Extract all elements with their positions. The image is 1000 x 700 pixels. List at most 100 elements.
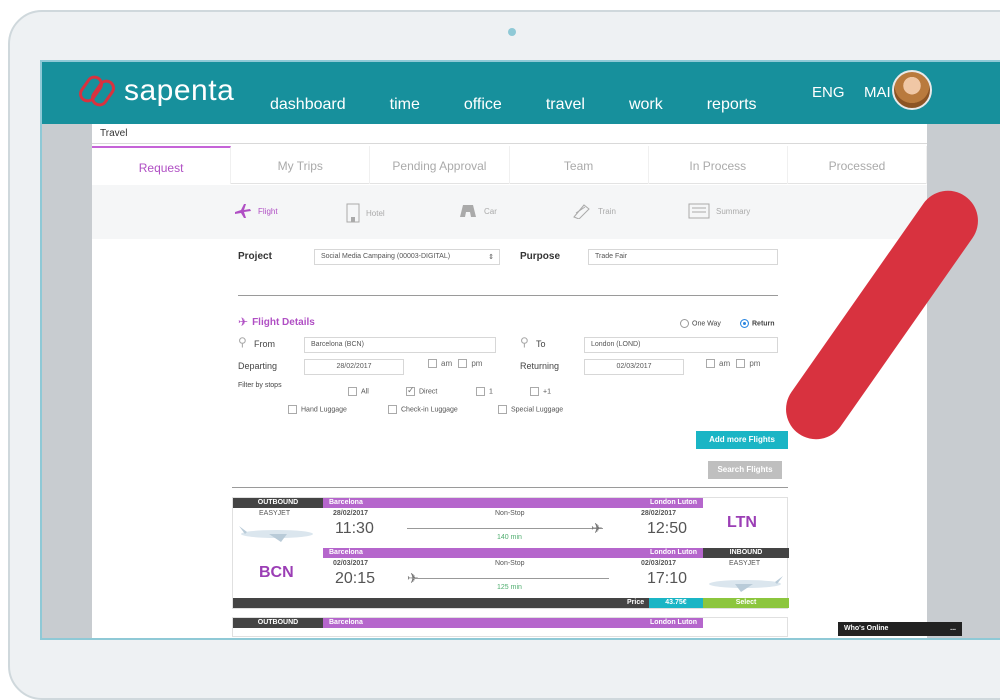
outbound-depart-date: 28/02/2017 [333,510,369,517]
departing-date-value: 28/02/2017 [336,363,372,370]
subtab-flight[interactable]: Flight [234,203,278,219]
to-input-value: London (LOND) [591,341,641,348]
next-flight-result-card[interactable]: OUTBOUND Barcelona London Luton [232,617,788,637]
return-radio[interactable] [740,319,749,328]
tab-request[interactable]: Request [92,146,232,184]
tab-team[interactable]: Team [510,146,649,184]
plane-icon [235,204,251,218]
stop-direct[interactable]: Direct [406,385,438,396]
subtab-car-label: Car [484,206,497,216]
stop-one[interactable]: 1 [476,387,493,396]
to-input[interactable]: London (LOND) [584,337,778,353]
hand-luggage-checkbox[interactable] [288,405,297,414]
train-icon [573,204,590,219]
subtab-summary-label: Summary [716,206,751,216]
one-way-label: One Way [692,320,721,328]
main-nav: dashboard time office travel work report… [270,96,801,114]
tab-pending-approval[interactable]: Pending Approval [370,146,510,184]
one-way-option[interactable]: One Way [680,319,721,328]
language-selector[interactable]: ENG [812,84,845,101]
return-option[interactable]: Return [740,319,775,328]
nav-dashboard[interactable]: dashboard [270,96,346,114]
special-luggage[interactable]: Special Luggage [498,405,563,414]
nav-time[interactable]: time [390,96,420,114]
top-nav-bar: sapenta dashboard time office travel wor… [42,62,1000,124]
returning-date-input[interactable]: 02/03/2017 [584,359,684,375]
inbound-from-city: Barcelona [329,549,363,556]
subtab-hotel[interactable]: Hotel [346,203,385,223]
special-luggage-label: Special Luggage [511,406,564,414]
add-more-flights-button[interactable]: Add more Flights [696,431,788,449]
outbound-route-line [407,528,603,529]
nav-reports[interactable]: reports [707,96,757,114]
inbound-route-line [413,578,609,579]
select-flight-button[interactable]: Select [703,598,789,608]
departing-time-options: am pm [428,359,482,369]
stop-plus-one[interactable]: +1 [530,387,551,396]
results-divider [232,487,788,488]
checkin-luggage-label: Check-in Luggage [401,406,458,414]
flight-details-plane-icon: ✈ [238,315,249,329]
nav-work[interactable]: work [629,96,663,114]
user-name[interactable]: MAI [864,84,891,101]
whos-online-toggle[interactable]: ... [950,625,956,632]
stop-plus-one-label: +1 [543,388,551,396]
stop-all-checkbox[interactable] [348,387,357,396]
subtab-car[interactable]: Car [458,203,497,219]
logo[interactable]: sapenta [78,72,234,110]
outbound-route-bar: Barcelona London Luton [323,498,703,508]
next-from-city: Barcelona [329,619,363,626]
stop-one-checkbox[interactable] [476,387,485,396]
booking-subtabs: Flight Hotel Car Train Summary [92,185,927,239]
avatar[interactable] [892,70,932,110]
stop-direct-label: Direct [419,388,438,396]
whos-online-widget[interactable]: Who's Online ... [838,622,962,636]
subtab-summary[interactable]: Summary [688,203,750,219]
whos-online-label: Who's Online [844,625,889,632]
origin-code: BCN [259,564,294,581]
departing-pm-checkbox[interactable] [458,359,468,369]
subtab-hotel-label: Hotel [366,208,385,218]
checkin-luggage[interactable]: Check-in Luggage [388,405,458,414]
returning-pm-checkbox[interactable] [736,359,746,369]
returning-time-options: am pm [706,359,761,369]
outbound-carrier: EASYJET [259,510,291,517]
returning-pm-label: pm [749,359,761,368]
departing-am-label: am [441,359,453,368]
stop-one-label: 1 [489,388,493,396]
hand-luggage[interactable]: Hand Luggage [288,405,347,414]
checkin-luggage-checkbox[interactable] [388,405,397,414]
travel-tabs: Request My Trips Pending Approval Team I… [92,146,928,184]
departing-date-input[interactable]: 28/02/2017 [304,359,404,375]
from-pin-icon: ⚲ [238,335,247,349]
search-flights-button[interactable]: Search Flights [708,461,782,479]
tab-in-process[interactable]: In Process [649,146,788,184]
tab-processed[interactable]: Processed [788,146,928,184]
special-luggage-checkbox[interactable] [498,405,507,414]
nav-travel[interactable]: travel [546,96,585,114]
project-select[interactable]: Social Media Campaing (00003-DIGITAL) ⇕ [314,249,500,265]
purpose-input[interactable]: Trade Fair [588,249,778,265]
camera-dot [508,28,516,36]
stop-plus-one-checkbox[interactable] [530,387,539,396]
stop-direct-checkbox[interactable] [406,385,415,396]
hotel-icon [346,203,360,223]
purpose-input-value: Trade Fair [595,253,628,260]
logo-text: sapenta [124,74,235,107]
departing-am-checkbox[interactable] [428,359,437,369]
returning-date-value: 02/03/2017 [616,363,652,370]
flight-result-card[interactable]: OUTBOUND Barcelona London Luton EASYJET … [232,497,789,609]
returning-am-checkbox[interactable] [706,359,715,369]
one-way-radio[interactable] [680,319,689,328]
outbound-depart-time: 11:30 [335,520,374,537]
outbound-aircraft-icon [239,526,313,542]
inbound-to-city: London Luton [649,549,697,556]
nav-office[interactable]: office [464,96,502,114]
stop-all[interactable]: All [348,387,369,396]
stop-all-label: All [361,388,369,396]
section-divider [238,295,778,296]
subtab-train[interactable]: Train [572,203,616,219]
flight-request-form: Project Social Media Campaing (00003-DIG… [92,239,927,638]
from-input[interactable]: Barcelona (BCN) [304,337,496,353]
tab-my-trips[interactable]: My Trips [231,146,371,184]
